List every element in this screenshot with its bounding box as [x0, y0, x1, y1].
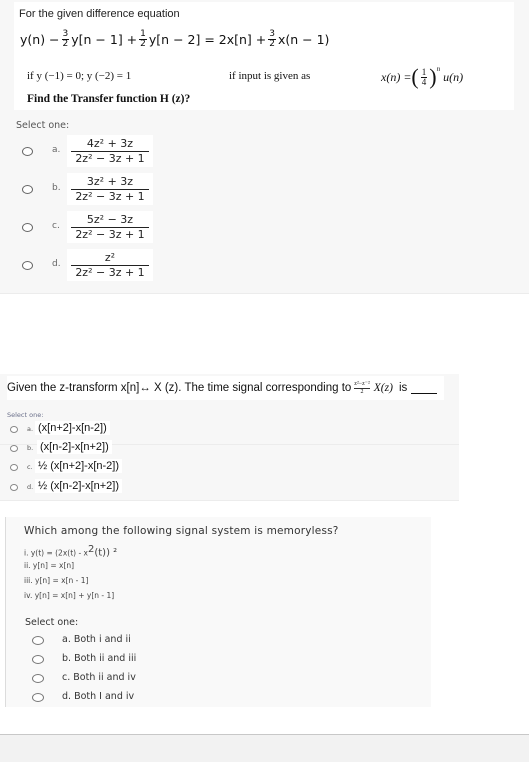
statement-iv: iv. y[n] = x[n] + y[n - 1]	[24, 591, 115, 600]
select-one-label: Select one:	[7, 411, 44, 419]
option-letter: d.	[27, 483, 34, 491]
radio-button[interactable]	[32, 655, 44, 664]
statement-iii: iii. y[n] = x[n - 1]	[24, 576, 89, 585]
select-one-label: Select one:	[25, 617, 79, 628]
radio-button[interactable]	[32, 674, 44, 683]
footer-bar	[0, 735, 529, 762]
q3-option-c[interactable]: c. Both ii and iv	[6, 669, 306, 688]
option-fraction: 4z² + 3z 2z² − 3z + 1	[67, 135, 153, 167]
radio-button[interactable]	[32, 636, 44, 645]
radio-button[interactable]	[22, 223, 33, 232]
input-label: if input is given as	[229, 70, 311, 82]
option-letter: d.	[52, 259, 61, 269]
option-text: d. Both I and iv	[62, 691, 135, 702]
q3-option-b[interactable]: b. Both ii and iii	[6, 650, 306, 669]
difference-equation: y(n) − 32 y[n − 1] + 12 y[n − 2] = 2x[n]…	[20, 30, 329, 49]
radio-button[interactable]	[22, 147, 33, 156]
option-fraction: 5z² − 3z 2z² − 3z + 1	[67, 211, 153, 243]
statement-ii: ii. y[n] = x[n]	[24, 561, 75, 570]
q3-option-a[interactable]: a. Both i and ii	[6, 631, 306, 650]
option-letter: c.	[52, 221, 60, 231]
option-fraction: z² 2z² − 3z + 1	[67, 249, 153, 281]
divider	[0, 500, 459, 501]
q1-option-b[interactable]: b. 3z² + 3z 2z² − 3z + 1	[0, 173, 250, 207]
option-text: b. Both ii and iii	[62, 653, 137, 664]
radio-button[interactable]	[10, 426, 18, 433]
input-expression: x(n) = ( 14 ) n u(n)	[381, 64, 464, 89]
radio-button[interactable]	[32, 693, 44, 702]
q1-option-a[interactable]: a. 4z² + 3z 2z² − 3z + 1	[0, 135, 250, 169]
eq-part: x(n − 1)	[277, 32, 330, 47]
fraction: 12	[139, 29, 147, 49]
option-letter: b.	[27, 444, 34, 452]
fraction: z²−z⁻² 2	[354, 380, 370, 395]
fraction: 14	[420, 66, 428, 87]
option-letter: b.	[52, 183, 61, 193]
option-text: ½ (x[n-2]-x[n+2])	[35, 479, 123, 493]
question-1-title: For the given difference equation	[19, 8, 180, 20]
q1-option-c[interactable]: c. 5z² − 3z 2z² − 3z + 1	[0, 211, 250, 245]
initial-conditions: if y (−1) = 0; y (−2) = 1	[27, 70, 132, 82]
option-text: a. Both i and ii	[62, 634, 131, 645]
option-text: (x[n+2]-x[n-2])	[35, 421, 110, 435]
option-fraction: 3z² + 3z 2z² − 3z + 1	[67, 173, 153, 205]
statement-i: i. y(t) = (2x(t) - x2(t)) ²	[24, 544, 118, 559]
option-letter: c.	[27, 463, 33, 471]
radio-button[interactable]	[10, 445, 18, 452]
fraction: 32	[61, 29, 70, 49]
question-1-prompt: Find the Transfer function H (z)?	[27, 93, 191, 105]
option-letter: a.	[27, 425, 34, 433]
radio-button[interactable]	[22, 261, 33, 270]
question-1-card: For the given difference equation y(n) −…	[0, 0, 529, 294]
question-2-text: Given the z-transform x[n]↔ X (z). The t…	[7, 376, 444, 400]
q1-option-d[interactable]: d. z² 2z² − 3z + 1	[0, 249, 250, 283]
eq-part: y[n − 1] +	[71, 32, 138, 47]
eq-part: y(n) −	[20, 32, 60, 47]
option-text: c. Both ii and iv	[62, 672, 136, 683]
question-1-image: For the given difference equation y(n) −…	[14, 2, 514, 110]
fraction: 32	[268, 29, 276, 49]
q3-option-d[interactable]: d. Both I and iv	[6, 688, 306, 707]
option-text: (x[n-2]-x[n+2])	[37, 440, 112, 454]
radio-button[interactable]	[10, 484, 18, 491]
eq-part: y[n − 2] = 2x[n] +	[148, 32, 267, 47]
question-3-card: Which among the following signal system …	[5, 517, 431, 707]
question-3-title: Which among the following signal system …	[24, 525, 339, 537]
answer-blank	[411, 383, 438, 394]
radio-button[interactable]	[10, 464, 18, 471]
option-letter: a.	[52, 145, 61, 155]
radio-button[interactable]	[22, 185, 33, 194]
select-one-label: Select one:	[16, 120, 70, 131]
option-text: ½ (x[n+2]-x[n-2])	[35, 459, 123, 473]
